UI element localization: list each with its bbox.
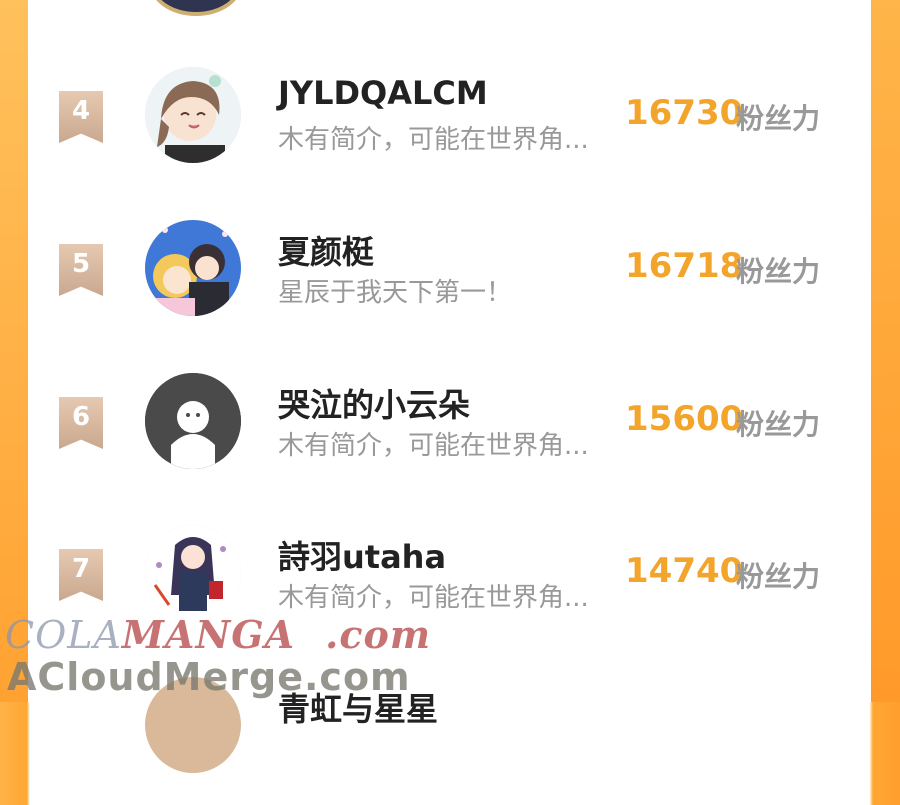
user-bio: 木有简介，可能在世界角... xyxy=(278,125,589,155)
default-avatar-icon xyxy=(145,373,241,469)
user-name[interactable]: JYLDQALCM xyxy=(278,74,488,112)
left-orange-border xyxy=(0,0,28,702)
fan-power-unit: 粉丝力 xyxy=(736,560,821,593)
user-bio: 木有简介，可能在世界角... xyxy=(278,431,589,461)
watermark-colamanga: COLAMANGA .com xyxy=(5,612,431,657)
fan-power-unit: 粉丝力 xyxy=(736,102,821,135)
fan-power-unit: 粉丝力 xyxy=(736,255,821,288)
rank-badge: 5 xyxy=(59,244,103,296)
watermark-acloudmerge: ACloudMerge.com xyxy=(7,655,411,699)
fan-power-score: 16718 xyxy=(625,246,744,286)
watermark-domain: .com xyxy=(325,612,432,657)
avatar-illustration-icon xyxy=(145,220,241,316)
list-item[interactable]: 4 JYLDQALCM 木有简介，可能在世界角... 16730 粉丝力 xyxy=(28,45,871,195)
rank-badge: 7 xyxy=(59,549,103,601)
rank-badge: 6 xyxy=(59,397,103,449)
fan-power-score: 14740 xyxy=(625,551,744,591)
watermark-prefix: COLA xyxy=(5,613,122,657)
fan-power-unit: 粉丝力 xyxy=(736,408,821,441)
user-name[interactable]: 哭泣的小云朵 xyxy=(278,380,470,426)
watermark-brand: MANGA xyxy=(121,612,296,657)
right-orange-border xyxy=(871,0,900,702)
avatar-illustration-icon xyxy=(145,525,241,621)
user-bio: 木有简介，可能在世界角... xyxy=(278,583,589,613)
list-item[interactable]: 5 夏颜梃 星辰于我天下第一！ 16718 粉丝力 xyxy=(28,198,871,348)
user-name[interactable]: 詩羽utaha xyxy=(278,532,446,578)
avatar[interactable] xyxy=(145,67,241,163)
fan-power-score: 16730 xyxy=(625,93,744,133)
list-item[interactable]: 6 哭泣的小云朵 木有简介，可能在世界角... 15600 粉丝力 xyxy=(28,351,871,501)
avatar[interactable] xyxy=(145,220,241,316)
avatar[interactable] xyxy=(145,525,241,621)
rank-badge: 4 xyxy=(59,91,103,143)
fan-power-score: 15600 xyxy=(625,399,744,439)
avatar[interactable] xyxy=(145,373,241,469)
avatar-illustration-icon xyxy=(145,67,241,163)
user-bio: 星辰于我天下第一！ xyxy=(278,278,513,308)
user-name[interactable]: 夏颜梃 xyxy=(278,227,374,273)
